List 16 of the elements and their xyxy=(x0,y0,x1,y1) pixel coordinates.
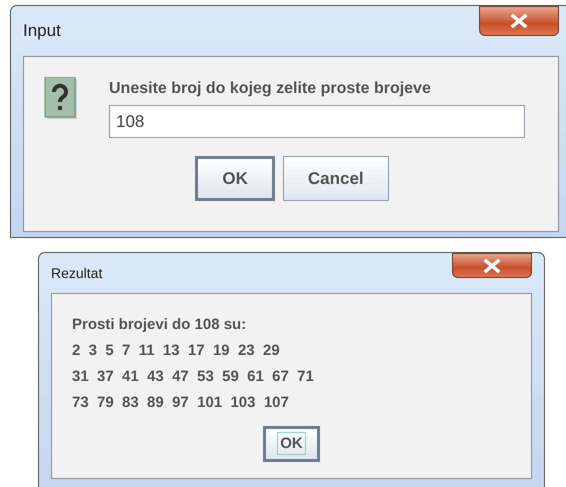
dialog-button[interactable]: OK xyxy=(263,426,320,462)
window-title: Input xyxy=(23,20,61,42)
message-text: Prosti brojevi do 108 su: xyxy=(72,315,248,335)
prime-numbers-line: 31 37 41 43 47 53 59 61 67 71 xyxy=(72,367,315,387)
close-icon xyxy=(483,258,501,272)
input-field[interactable]: 108 xyxy=(109,105,525,138)
window-title: Rezultat xyxy=(51,264,102,282)
message-text: Unesite broj do kojeg zelite proste brojeve xyxy=(109,79,432,99)
dialog-button[interactable]: Cancel xyxy=(282,156,389,201)
close-icon xyxy=(510,14,528,28)
prime-numbers-line: 73 79 83 89 97 101 103 107 xyxy=(72,393,290,413)
prime-numbers-line: 2 3 5 7 11 13 17 19 23 29 xyxy=(72,341,281,361)
close-button[interactable] xyxy=(479,6,559,36)
dialog-button[interactable]: OK xyxy=(195,156,275,201)
question-icon xyxy=(44,77,79,122)
close-button[interactable] xyxy=(452,253,532,278)
